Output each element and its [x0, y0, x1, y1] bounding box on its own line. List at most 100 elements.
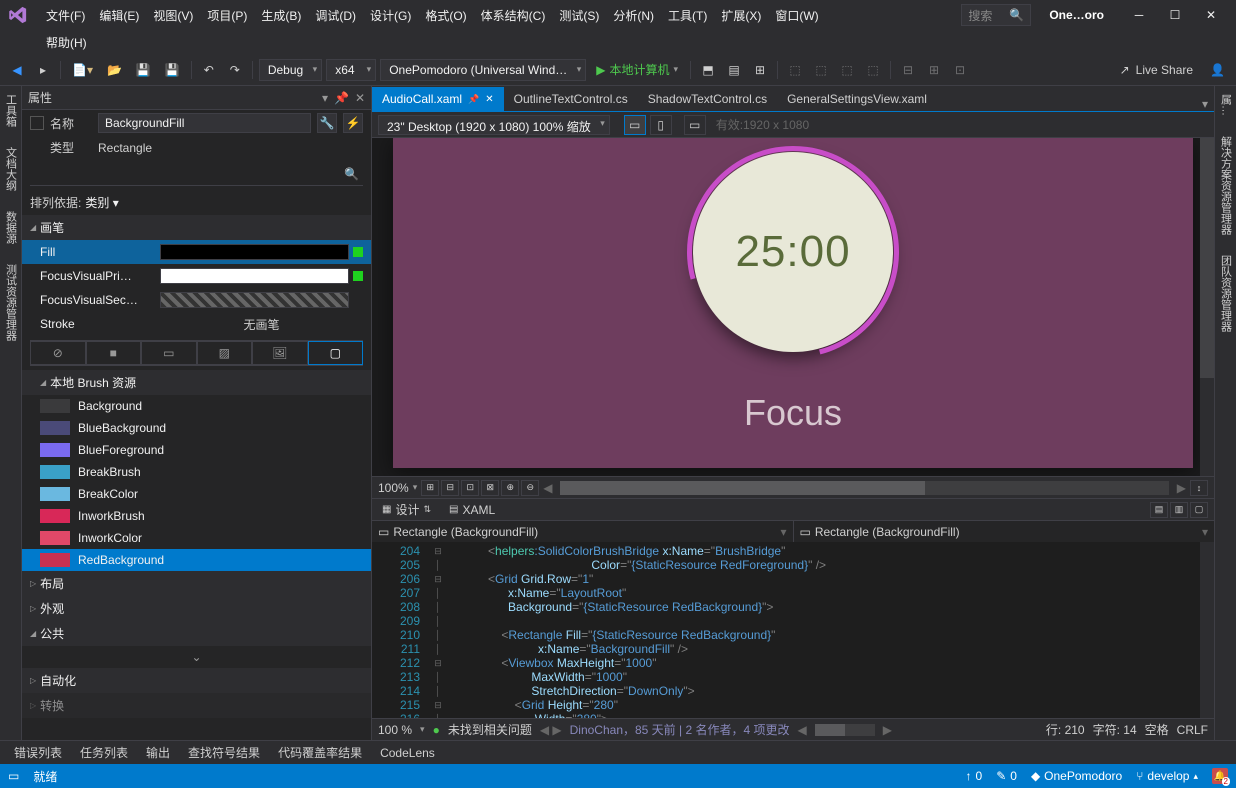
cat-local-brush[interactable]: 本地 Brush 资源: [22, 370, 371, 395]
name-input[interactable]: [98, 113, 311, 133]
status-changes[interactable]: ✎0: [996, 769, 1017, 783]
rail-testexplorer[interactable]: 测试资源管理器: [3, 260, 19, 345]
close-button[interactable]: ✕: [1194, 2, 1228, 28]
split-h-button[interactable]: ▤: [1150, 502, 1168, 518]
tabs-overflow[interactable]: ▾: [1196, 97, 1214, 111]
menu-arch[interactable]: 体系结构(C): [475, 3, 552, 28]
toolbar-btn-6[interactable]: ⬚: [836, 59, 858, 81]
brush-tab-image[interactable]: 🖼: [252, 341, 308, 365]
code-hscroll[interactable]: [815, 724, 875, 736]
split-design-tab[interactable]: ▦设计⇅: [378, 499, 435, 520]
rail-team-explorer[interactable]: 团队资源管理器: [1218, 251, 1234, 336]
issues-text[interactable]: 未找到相关问题: [448, 721, 532, 738]
res-inworkcolor[interactable]: InworkColor: [22, 527, 371, 549]
designer-surface[interactable]: 25:00 Focus: [372, 138, 1214, 476]
redo-button[interactable]: ↷: [224, 59, 246, 81]
close-icon[interactable]: ✕: [485, 94, 493, 105]
menu-extensions[interactable]: 扩展(X): [715, 3, 767, 28]
tab-generalsettings[interactable]: GeneralSettingsView.xaml: [777, 87, 937, 111]
account-button[interactable]: 👤: [1205, 59, 1230, 81]
menu-tools[interactable]: 工具(T): [662, 3, 713, 28]
brush-fill[interactable]: Fill: [22, 240, 371, 264]
zoom-btn-2[interactable]: ⊟: [441, 480, 459, 496]
tab-audiocall[interactable]: AudioCall.xaml 📌 ✕: [372, 87, 504, 111]
properties-search[interactable]: [30, 163, 363, 186]
tab-task-list[interactable]: 任务列表: [72, 741, 136, 764]
split-xaml-tab[interactable]: ▤XAML: [445, 501, 499, 519]
breadcrumb-left[interactable]: ▭ Rectangle (BackgroundFill) ▾: [372, 521, 794, 542]
cat-appearance[interactable]: 外观: [22, 596, 371, 621]
res-redbackground[interactable]: RedBackground: [22, 549, 371, 571]
split-v-button[interactable]: ▥: [1170, 502, 1188, 518]
nav-back-button[interactable]: ◀: [6, 59, 28, 81]
tab-code-coverage[interactable]: 代码覆盖率结果: [270, 741, 370, 764]
notifications-button[interactable]: 2: [1212, 768, 1228, 784]
status-repo[interactable]: ◆OnePomodoro: [1031, 769, 1122, 783]
blame-info[interactable]: DinoChan，85 天前 | 2 名作者，4 项更改: [570, 721, 790, 738]
brush-tab-resource[interactable]: ▢: [308, 341, 364, 365]
panel-pin-icon[interactable]: 📌: [334, 91, 349, 105]
config-combo[interactable]: Debug: [259, 59, 322, 81]
brush-focus-primary[interactable]: FocusVisualPri…: [22, 264, 371, 288]
menu-edit[interactable]: 编辑(E): [93, 3, 145, 28]
zoom-btn-3[interactable]: ⊡: [461, 480, 479, 496]
menu-window[interactable]: 窗口(W): [769, 3, 824, 28]
brush-tab-tile[interactable]: ▨: [197, 341, 253, 365]
tab-codelens[interactable]: CodeLens: [372, 743, 443, 763]
line-ending[interactable]: CRLF: [1177, 723, 1208, 737]
save-all-button[interactable]: 💾: [160, 59, 185, 81]
cat-auto[interactable]: 自动化: [22, 668, 371, 693]
toolbar-btn-4[interactable]: ⬚: [784, 59, 806, 81]
rail-toolbox[interactable]: 工具箱: [3, 90, 19, 131]
toolbar-btn-7[interactable]: ⬚: [862, 59, 884, 81]
menu-format[interactable]: 格式(O): [419, 3, 472, 28]
zoom-btn-6[interactable]: ⊖: [521, 480, 539, 496]
res-bluebackground[interactable]: BlueBackground: [22, 417, 371, 439]
expand-common[interactable]: ⌄: [22, 646, 371, 668]
zoom-btn-5[interactable]: ⊕: [501, 480, 519, 496]
code-content[interactable]: <helpers:SolidColorBrushBridge x:Name="B…: [448, 542, 1200, 718]
menu-debug[interactable]: 调试(D): [309, 3, 362, 28]
fold-column[interactable]: ⊟│⊟││ │││⊟│ │⊟│: [428, 542, 448, 718]
sort-dropdown[interactable]: 类别 ▾: [85, 194, 118, 211]
res-inworkbrush[interactable]: InworkBrush: [22, 505, 371, 527]
tab-outlinetext[interactable]: OutlineTextControl.cs: [504, 87, 638, 111]
toolbar-btn-8[interactable]: ⊟: [897, 59, 919, 81]
design-canvas[interactable]: 25:00 Focus: [393, 138, 1193, 468]
zoom-btn-7[interactable]: ↕: [1190, 480, 1208, 496]
res-breakcolor[interactable]: BreakColor: [22, 483, 371, 505]
save-button[interactable]: 💾: [131, 59, 156, 81]
tab-output[interactable]: 输出: [138, 741, 178, 764]
code-scrollbar[interactable]: [1200, 542, 1214, 718]
menu-project[interactable]: 项目(P): [201, 3, 253, 28]
rail-properties-mini[interactable]: 属…: [1218, 90, 1234, 120]
pin-icon[interactable]: 📌: [468, 94, 479, 105]
zoom-btn-4[interactable]: ⊠: [481, 480, 499, 496]
menu-view[interactable]: 视图(V): [147, 3, 199, 28]
cat-brush[interactable]: 画笔: [22, 215, 371, 240]
char-col[interactable]: 字符: 14: [1093, 721, 1137, 738]
live-share-button[interactable]: ↗ Live Share: [1112, 63, 1201, 77]
brush-tab-none[interactable]: ⊘: [30, 341, 86, 365]
dt-view-2[interactable]: ▯: [650, 115, 672, 135]
maximize-button[interactable]: ☐: [1158, 2, 1192, 28]
dt-view-3[interactable]: ▭: [684, 115, 706, 135]
minimize-button[interactable]: ─: [1122, 2, 1156, 28]
name-checkbox[interactable]: [30, 116, 44, 130]
global-search[interactable]: 搜索 🔍: [961, 4, 1031, 26]
toolbar-btn-9[interactable]: ⊞: [923, 59, 945, 81]
brush-tab-gradient[interactable]: ▭: [141, 341, 197, 365]
device-combo[interactable]: 23" Desktop (1920 x 1080) 100% 缩放: [378, 115, 610, 135]
menu-help[interactable]: 帮助(H): [40, 30, 93, 55]
panel-close-icon[interactable]: ✕: [355, 91, 365, 105]
line-col[interactable]: 行: 210: [1046, 721, 1085, 738]
rail-solution-explorer[interactable]: 解决方案资源管理器: [1218, 132, 1234, 239]
split-full-button[interactable]: ▢: [1190, 502, 1208, 518]
toolbar-btn-5[interactable]: ⬚: [810, 59, 832, 81]
panel-dropdown-icon[interactable]: ▾: [322, 91, 328, 105]
cat-layout[interactable]: 布局: [22, 571, 371, 596]
insert-mode[interactable]: 空格: [1145, 721, 1169, 738]
tab-error-list[interactable]: 错误列表: [6, 741, 70, 764]
undo-button[interactable]: ↶: [198, 59, 220, 81]
menu-test[interactable]: 测试(S): [553, 3, 605, 28]
